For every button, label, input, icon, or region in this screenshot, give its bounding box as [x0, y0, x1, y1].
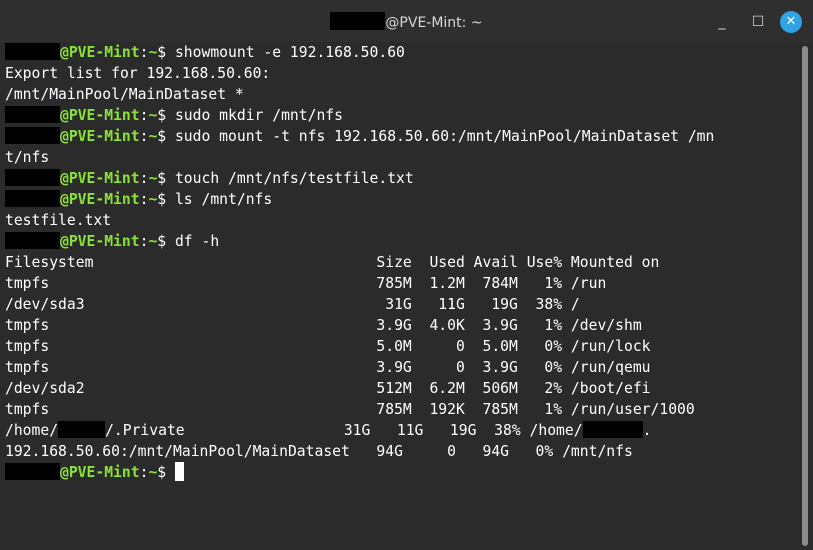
prompt-line: @PVE-Mint:~$ df -h [0, 231, 800, 252]
prompt-line: @PVE-Mint:~$ sudo mkdir /mnt/nfs [0, 105, 800, 126]
terminal-window: @PVE-Mint: ~ _ ☐ ✕ @PVE-Mint:~$ showmoun… [0, 0, 813, 550]
redacted-username [582, 421, 643, 438]
text-cursor [174, 462, 184, 481]
output-line: Export list for 192.168.50.60: [5, 65, 271, 82]
df-row: tmpfs 3.9G 0 3.9G 0% /run/qemu [5, 359, 651, 376]
terminal-output[interactable]: @PVE-Mint:~$ showmount -e 192.168.50.60 … [0, 42, 800, 550]
prompt-line: @PVE-Mint:~$ ls /mnt/nfs [0, 189, 800, 210]
redacted-username [58, 421, 106, 438]
output-line: testfile.txt [5, 212, 112, 229]
redacted-username [5, 43, 60, 60]
command-text: sudo mkdir /mnt/nfs [174, 107, 343, 124]
title-bar[interactable]: @PVE-Mint: ~ _ ☐ ✕ [0, 0, 813, 42]
scrollbar-thumb[interactable] [802, 46, 808, 546]
redacted-username [5, 106, 60, 123]
prompt-line: @PVE-Mint:~$ sudo mount -t nfs 192.168.5… [0, 126, 800, 147]
prompt-line: @PVE-Mint:~$ [0, 462, 800, 483]
df-row: tmpfs 785M 192K 785M 1% /run/user/1000 [5, 401, 695, 418]
redacted-username [5, 190, 60, 207]
window-title: @PVE-Mint: ~ [0, 12, 813, 31]
vertical-scrollbar[interactable] [802, 46, 808, 546]
prompt-path: ~ [148, 44, 158, 61]
redacted-username [5, 232, 60, 249]
df-header: Filesystem Size Used Avail Use% Mounted … [5, 254, 660, 271]
close-button[interactable]: ✕ [780, 11, 802, 33]
command-text: touch /mnt/nfs/testfile.txt [174, 170, 414, 187]
df-row: /dev/sda3 31G 11G 19G 38% / [5, 296, 580, 313]
output-line: /mnt/MainPool/MainDataset * [5, 86, 244, 103]
command-text: showmount -e 192.168.50.60 [174, 44, 405, 61]
maximize-button[interactable]: ☐ [747, 11, 769, 33]
prompt-line: @PVE-Mint:~$ touch /mnt/nfs/testfile.txt [0, 168, 800, 189]
redacted-username [5, 127, 60, 144]
command-text: df -h [174, 233, 220, 250]
command-text: sudo mount -t nfs 192.168.50.60:/mnt/Mai… [174, 128, 715, 145]
df-row: /dev/sda2 512M 6.2M 506M 2% /boot/efi [5, 380, 651, 397]
command-text: ls /mnt/nfs [174, 191, 273, 208]
prompt-host: @PVE-Mint [60, 44, 140, 61]
df-row: tmpfs 5.0M 0 5.0M 0% /run/lock [5, 338, 651, 355]
df-row: 192.168.50.60:/mnt/MainPool/MainDataset … [5, 443, 633, 460]
minimize-button[interactable]: _ [711, 11, 733, 33]
redacted-username [330, 12, 386, 30]
redacted-username [5, 463, 60, 480]
prompt-line: @PVE-Mint:~$ showmount -e 192.168.50.60 [0, 42, 800, 63]
df-row: /home//.Private 31G 11G 19G 38% /home/. [5, 421, 652, 439]
df-row: tmpfs 785M 1.2M 784M 1% /run [5, 275, 607, 292]
redacted-username [5, 169, 60, 186]
df-row: tmpfs 3.9G 4.0K 3.9G 1% /dev/shm [5, 317, 642, 334]
output-line: t/nfs [5, 149, 50, 166]
